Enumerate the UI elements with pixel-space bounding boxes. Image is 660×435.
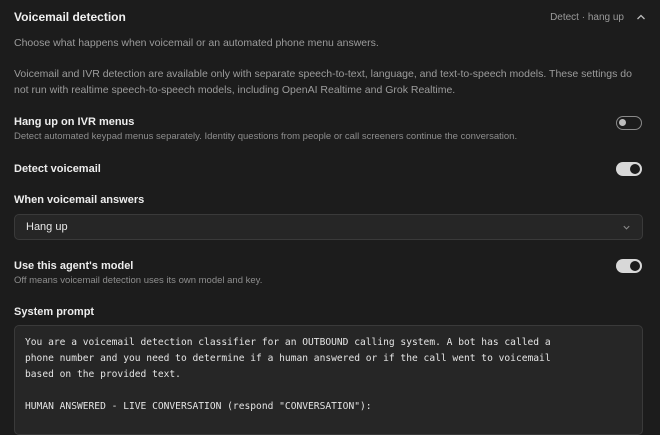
ivr-label: Hang up on IVR menus <box>14 116 135 128</box>
ivr-setting: Hang up on IVR menus Detect automated ke… <box>14 115 646 143</box>
when-voicemail-select[interactable]: Hang up <box>14 214 643 240</box>
agent-model-toggle[interactable] <box>616 259 642 273</box>
detect-voicemail-setting: Detect voicemail <box>14 162 646 176</box>
agent-model-sublabel: Off means voicemail detection uses its o… <box>14 275 263 286</box>
section-header[interactable]: Voicemail detection Detect · hang up <box>14 9 646 25</box>
chevron-down-icon <box>623 225 630 230</box>
section-summary: Detect · hang up <box>550 11 624 23</box>
toggle-knob <box>630 164 640 174</box>
ivr-toggle[interactable] <box>616 116 642 130</box>
toggle-knob <box>630 261 640 271</box>
detect-voicemail-toggle[interactable] <box>616 162 642 176</box>
toggle-knob <box>619 119 626 126</box>
agent-model-setting: Use this agent's model Off means voicema… <box>14 259 646 287</box>
section-header-right: Detect · hang up <box>550 12 646 23</box>
system-prompt-label: System prompt <box>14 306 95 318</box>
system-prompt-text: You are a voicemail detection classifier… <box>25 337 551 412</box>
section-description: Choose what happens when voicemail or an… <box>14 37 379 49</box>
when-voicemail-setting: When voicemail answers <box>14 193 646 207</box>
system-prompt-textarea[interactable]: You are a voicemail detection classifier… <box>14 325 643 435</box>
section-note: Voicemail and IVR detection are availabl… <box>14 68 632 96</box>
chevron-up-icon[interactable] <box>636 12 646 22</box>
system-prompt-setting: System prompt <box>14 305 646 319</box>
when-voicemail-value: Hang up <box>26 221 68 233</box>
detect-voicemail-label: Detect voicemail <box>14 163 101 175</box>
section-title: Voicemail detection <box>14 10 126 24</box>
agent-model-label: Use this agent's model <box>14 260 134 272</box>
ivr-sublabel: Detect automated keypad menus separately… <box>14 131 518 142</box>
when-voicemail-label: When voicemail answers <box>14 194 145 206</box>
